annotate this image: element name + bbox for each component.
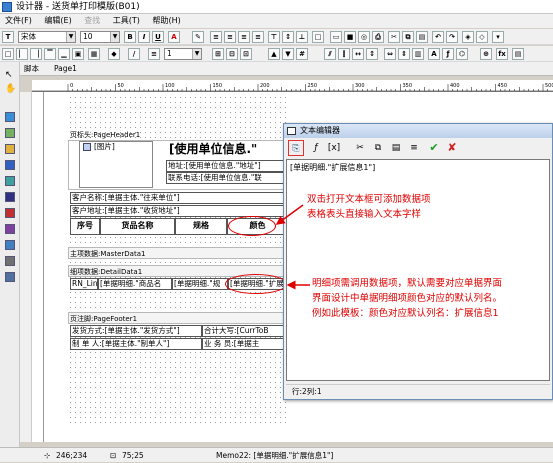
object-size-icon: ⊡ (110, 451, 117, 460)
selected-object: Memo22: [单据明细."扩展信息1"] (216, 451, 334, 460)
object-size: 75;25 (122, 451, 144, 460)
cursor-position-icon: ⊹ (44, 451, 51, 460)
arrow-to-header (275, 204, 304, 225)
annotation-arrows (275, 204, 310, 290)
status-bar: ⊹ 246;234 ⊡ 75;25 Memo22: [单据明细."扩展信息1"] (0, 447, 553, 462)
cursor-position: 246;234 (56, 451, 88, 460)
